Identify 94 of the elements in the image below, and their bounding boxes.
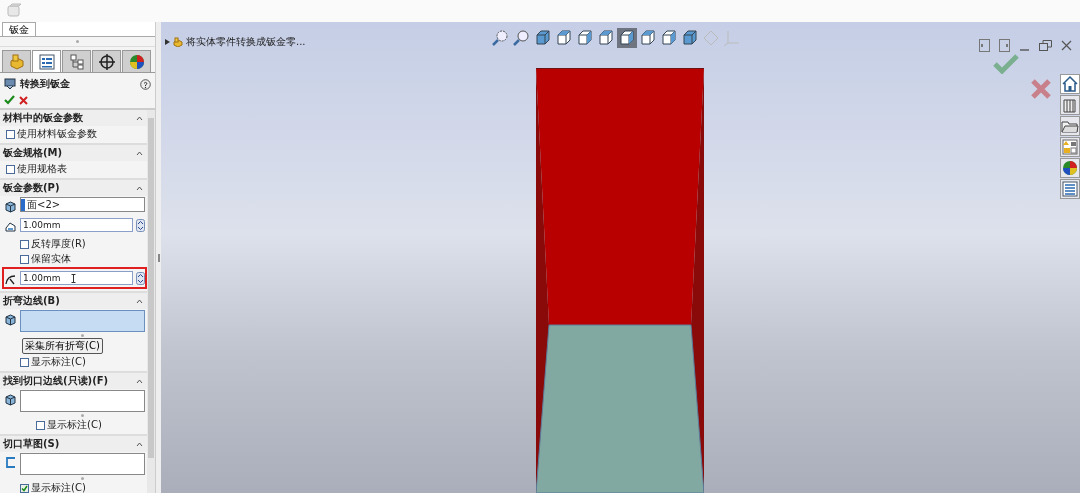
resize-handle-icon[interactable] [81,334,84,337]
selection-list[interactable] [20,390,145,412]
folder-icon[interactable] [1060,116,1080,136]
cube-icon [4,313,17,326]
collapse-icon[interactable] [136,150,143,156]
breadcrumb-label[interactable]: 将实体零件转换成钣金零... [186,35,306,49]
number-field[interactable]: 1.00mm [20,271,133,285]
checkbox[interactable]: 显示标注(C) [4,418,145,432]
help-icon[interactable] [140,78,151,90]
collect-bends-button[interactable]: 采集所有折弯(C) [22,338,103,354]
checkbox-icon[interactable] [6,164,15,174]
part-icon [7,52,26,71]
checkbox-label: 反转厚度(R) [31,237,86,251]
checkbox[interactable]: 保留实体 [4,252,145,266]
collapse-icon[interactable] [136,378,143,384]
convert-icon [4,78,17,90]
section-title: 材料中的钣金参数 [3,111,83,125]
section-title: 折弯边线(B) [3,294,60,308]
cube-icon[interactable] [596,28,616,48]
panel-tab[interactable] [32,50,61,72]
home-icon[interactable] [1060,74,1080,94]
cube-icon[interactable] [575,28,595,48]
spinner-button[interactable] [136,218,145,232]
ok-button[interactable] [4,95,15,105]
palette-icon[interactable] [1060,137,1080,157]
cube-icon[interactable] [659,28,679,48]
cube-icon [4,393,17,406]
checkbox-icon[interactable] [36,420,45,430]
resize-handle-icon[interactable] [81,477,84,480]
collapse-icon[interactable] [136,441,143,447]
panel-tab[interactable] [92,50,121,72]
checkbox-label: 保留实体 [31,252,71,266]
document-tab[interactable]: 钣金 [2,22,36,36]
panel-tab[interactable] [122,50,151,72]
checkbox-label: 显示标注(C) [31,481,86,493]
splitter-handle-icon[interactable] [157,253,160,262]
selection-list[interactable]: 面<2> [20,197,145,212]
checkbox[interactable]: 反转厚度(R) [4,237,145,251]
restore-icon[interactable] [1039,39,1052,51]
checkbox-icon[interactable] [20,357,29,367]
cube-icon[interactable] [617,28,637,48]
splitter-handle-icon[interactable] [76,40,79,43]
section-title: 钣金参数(P) [3,181,60,195]
section-title: 找到切口边线(只读)(F) [3,374,109,388]
thickness-icon [4,220,17,233]
section-title: 切口草图(S) [3,437,60,451]
spinner-button[interactable] [136,271,145,285]
checked-box-icon[interactable] [20,483,29,493]
feature-title: 转换到钣金 [20,77,71,91]
checkbox[interactable]: 使用材料钣金参数 [4,127,145,141]
property-list-icon [37,52,56,71]
part-icon [173,37,183,47]
color-sphere-icon[interactable] [1060,158,1080,178]
cube-icon[interactable] [680,28,700,48]
checkbox-label: 显示标注(C) [31,355,86,369]
selection-list[interactable] [20,453,145,475]
sketch-icon [4,456,17,469]
dock-right-icon[interactable] [999,38,1010,52]
collapse-icon[interactable] [136,298,143,304]
cube-icon[interactable] [533,28,553,48]
section-title: 钣金规格(M) [3,146,63,160]
dock-left-icon[interactable] [979,38,990,52]
tree-icon [67,52,86,71]
cancel-button[interactable] [19,95,28,105]
zoom-fit-icon[interactable] [491,28,511,48]
library-icon[interactable] [1060,95,1080,115]
cube-icon[interactable] [554,28,574,48]
zoom-area-icon[interactable] [512,28,532,48]
checkbox-label: 使用材料钣金参数 [17,127,97,141]
cube-icon[interactable] [638,28,658,48]
text-cursor-icon [70,273,76,283]
checkbox-icon[interactable] [20,239,29,249]
list-icon[interactable] [1060,179,1080,199]
checkbox[interactable]: 显示标注(C) [4,355,145,369]
scrollbar[interactable] [147,110,155,493]
crosshair-icon [97,52,116,71]
close-icon[interactable] [1061,39,1072,51]
color-sphere-icon [127,52,146,71]
cube-icon [4,200,17,213]
selection-item[interactable]: 面<2> [27,197,61,212]
checkbox[interactable]: 使用规格表 [4,162,145,176]
app-logo-icon [6,3,22,19]
panel-tab[interactable] [62,50,91,72]
checkbox-icon[interactable] [20,254,29,264]
number-field[interactable]: 1.00mm [20,218,133,232]
checkbox-label: 显示标注(C) [47,418,102,432]
expand-arrow-icon[interactable] [165,39,170,45]
bend-radius-icon [4,273,17,286]
checkbox-icon[interactable] [6,129,15,139]
checkbox[interactable]: 显示标注(C) [4,481,145,493]
checkbox-label: 使用规格表 [17,162,67,176]
collapse-icon[interactable] [136,115,143,121]
resize-handle-icon[interactable] [81,414,84,417]
collapse-icon[interactable] [136,185,143,191]
